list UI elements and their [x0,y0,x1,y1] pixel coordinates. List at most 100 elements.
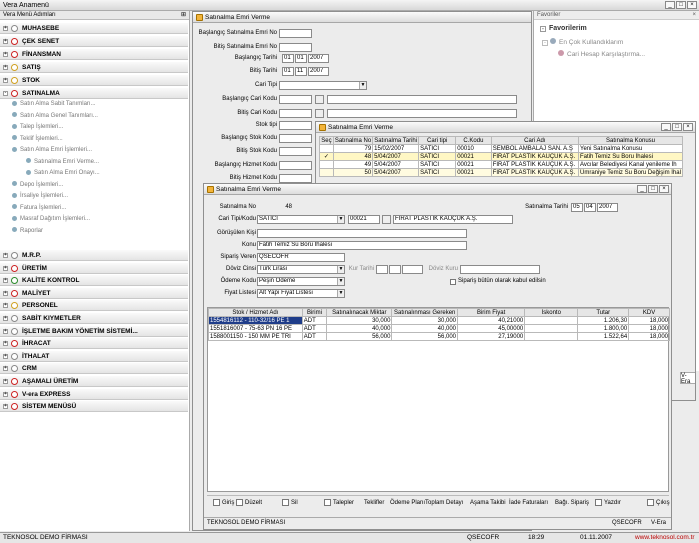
column-header[interactable]: Birim Fiyat [457,308,526,317]
column-header[interactable]: Satınalınması Gereken [391,308,459,317]
accept-whole-checkbox[interactable] [450,279,456,285]
favorites-root[interactable]: - Favorilerim [540,25,587,32]
doviz-select[interactable]: Türk Lirası ▼ [257,265,345,274]
favorites-item[interactable]: Cari Hesap Karşılaştırma... [558,50,645,58]
expand-icon[interactable]: + [3,52,8,57]
column-header[interactable]: Satınalma No [332,136,374,145]
kur-month-input[interactable] [389,265,401,274]
chevron-down-icon[interactable]: ▼ [337,290,344,297]
menu-group[interactable]: + M.R.P. [0,250,188,261]
end-day-input[interactable]: 01 [282,67,294,76]
expand-icon[interactable]: + [3,290,8,296]
column-header[interactable]: C.Kodu [455,136,492,145]
detail-minimize-button[interactable]: _ [637,185,647,193]
toolbar-button[interactable]: Düzelt [236,496,262,510]
expand-icon[interactable]: + [3,366,8,372]
app-maximize-button[interactable]: □ [676,1,686,9]
expand-icon[interactable]: + [3,65,8,70]
column-header[interactable]: Cari Adı [490,136,580,145]
order-year-input[interactable]: 2007 [597,203,618,212]
list-minimize-button[interactable]: _ [661,123,671,131]
table-row[interactable]: 1551816007 - 75-63 PN 16 PE ADT 40,000 40,0… [208,324,670,333]
menu-group[interactable]: + İHRACAT [0,338,188,350]
satinalma-item[interactable]: Satın Alma Emri Onayı... [26,169,100,178]
toolbar-button[interactable]: Teklifler [364,496,384,510]
order-month-input[interactable]: 04 [584,203,596,212]
menu-group[interactable]: + STOK [0,75,188,86]
end-order-no-input[interactable] [279,43,312,52]
satinalma-item[interactable]: Raporlar [12,227,43,236]
expand-icon[interactable]: + [3,341,8,347]
toolbar-button[interactable]: Bağı. Sipariş [555,496,589,510]
expand-icon[interactable]: + [3,265,8,271]
start-stok-input[interactable] [279,134,312,143]
select-checkbox[interactable]: ✓ [319,152,334,161]
menu-group[interactable]: + PERSONEL [0,300,188,312]
end-stok-input[interactable] [279,147,312,156]
start-hizmet-input[interactable] [279,161,312,170]
menu-group[interactable]: + MUHASEBE [0,23,188,34]
column-header[interactable]: Tutar [577,308,630,317]
column-header[interactable]: KDV [628,308,670,317]
chevron-down-icon[interactable]: ▼ [337,216,344,223]
menu-group[interactable]: + ÇEK SENET [0,36,188,47]
start-order-no-input[interactable] [279,29,312,38]
cari-tipi-select[interactable]: ▼ [279,81,367,90]
toolbar-button[interactable]: Talepler [324,496,354,510]
gorusulen-input[interactable] [257,229,467,238]
select-checkbox[interactable] [319,168,334,177]
detail-maximize-button[interactable]: □ [648,185,658,193]
chevron-down-icon[interactable]: ▼ [359,82,366,89]
menu-group[interactable]: + İŞLETME BAKIM YÖNETİM SİSTEMİ... [0,325,188,337]
detail-close-button[interactable]: × [659,185,669,193]
app-close-button[interactable]: × [687,1,697,9]
status-site[interactable]: www.teknosol.com.tr [635,533,695,543]
odeme-select[interactable]: Peşin Ödeme ▼ [257,277,345,286]
expand-icon[interactable]: + [3,353,8,359]
collapse-icon[interactable]: - [3,91,8,96]
menu-group[interactable]: + CRM [0,363,188,375]
toolbar-button[interactable]: İade Faturaları [509,496,548,510]
expand-icon[interactable]: + [3,391,8,397]
start-day-input[interactable]: 01 [282,54,294,63]
list-maximize-button[interactable]: □ [672,123,682,131]
konu-input[interactable]: Fatih Temiz Su Boru İhalesi [257,241,467,250]
column-header[interactable]: Satınalma Tarihi [372,136,420,145]
table-row[interactable]: 79 15/02/2007 SATICI 00010 SEMBOL AMBALAJ SA… [319,144,683,153]
lookup-button[interactable] [382,215,391,224]
satinalma-item[interactable]: Teklif İşlemleri... [12,135,63,144]
expand-icon[interactable]: + [3,26,8,31]
expand-icon[interactable]: + [3,78,8,83]
menu-group[interactable]: + MALİYET [0,287,188,299]
column-header[interactable]: Birimi [301,308,328,317]
collapse-icon[interactable]: - [542,40,548,46]
end-hizmet-input[interactable] [279,174,312,183]
table-row[interactable]: 50 5/04/2007 SATICI 00021 FIRAT PLASTİK KAUÇ… [319,168,683,177]
siparis-veren-input[interactable]: QSECOFR [257,253,345,262]
expand-icon[interactable]: + [3,328,8,334]
satinalma-item[interactable]: Talep İşlemleri... [12,123,63,132]
app-minimize-button[interactable]: _ [665,1,675,9]
doviz-kuru-input[interactable] [460,265,540,274]
order-day-input[interactable]: 05 [571,203,583,212]
expand-icon[interactable]: + [3,379,8,384]
lookup-button[interactable] [315,109,324,118]
menu-group[interactable]: + SİSTEM MENÜSÜ [0,401,188,413]
expand-icon[interactable]: + [3,39,8,44]
toolbar-button[interactable]: Ödeme Planı [390,496,425,510]
column-header[interactable]: Satınalma Konusu [578,136,683,145]
end-month-input[interactable]: 11 [295,67,307,76]
toolbar-button[interactable]: Toplam Detayı [425,496,463,510]
select-checkbox[interactable] [319,160,334,169]
satinalma-item[interactable]: Masraf Dağıtım İşlemleri... [12,215,90,224]
satinalma-item[interactable]: Satınalma Emri Verme... [26,158,99,167]
list-close-button[interactable]: × [683,123,693,131]
toolbar-button[interactable]: Çıkış [647,496,670,510]
kur-year-input[interactable] [402,265,423,274]
favorites-close-icon[interactable]: × [692,11,696,20]
menu-group[interactable]: + SATIŞ [0,62,188,73]
favorites-group[interactable]: - En Çok Kullandıklarım [542,38,623,46]
toolbar-button[interactable]: Aşama Takibi [470,496,506,510]
satinalma-item[interactable]: Satın Alma Sabit Tanımları... [12,100,96,109]
start-month-input[interactable]: 01 [295,54,307,63]
